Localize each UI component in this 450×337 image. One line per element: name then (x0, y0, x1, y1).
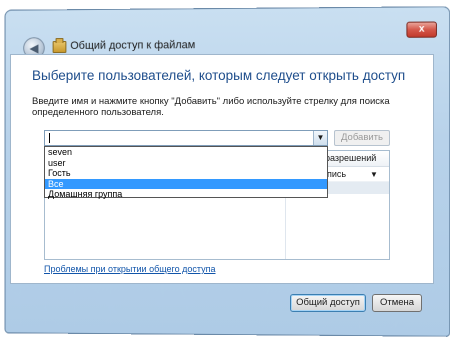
window-title: Общий доступ к файлам (70, 39, 195, 52)
row-permission-level[interactable]: пись (327, 169, 346, 179)
dropdown-option-guest[interactable]: Гость (45, 168, 327, 179)
page-heading: Выберите пользователей, которым следует … (32, 68, 405, 83)
dropdown-option-seven[interactable]: seven (45, 147, 327, 158)
user-name-combobox[interactable]: ▼ (44, 130, 328, 146)
add-button[interactable]: Добавить (334, 130, 390, 146)
permission-column-header[interactable]: разрешений (325, 153, 376, 163)
share-button[interactable]: Общий доступ (290, 294, 366, 312)
dropdown-option-homegroup[interactable]: Домашняя группа (45, 189, 327, 200)
file-share-icon (53, 41, 67, 53)
instructions-text: Введите имя и нажмите кнопку "Добавить" … (32, 96, 404, 118)
text-caret (49, 133, 50, 143)
dropdown-option-everyone[interactable]: Все (45, 179, 327, 190)
dropdown-option-user[interactable]: user (45, 158, 327, 169)
cancel-button[interactable]: Отмена (372, 294, 422, 312)
close-button[interactable]: x (406, 21, 437, 37)
sharing-problems-link[interactable]: Проблемы при открытии общего доступа (44, 264, 216, 274)
dialog-footer: Общий доступ Отмена (10, 284, 434, 320)
chevron-down-icon[interactable]: ▼ (313, 131, 327, 145)
permission-dropdown-icon[interactable]: ▼ (370, 170, 378, 179)
title-bar: ◀ Общий доступ к файлам x (6, 7, 450, 60)
user-dropdown-list: seven user Гость Все Домашняя группа (44, 146, 328, 198)
